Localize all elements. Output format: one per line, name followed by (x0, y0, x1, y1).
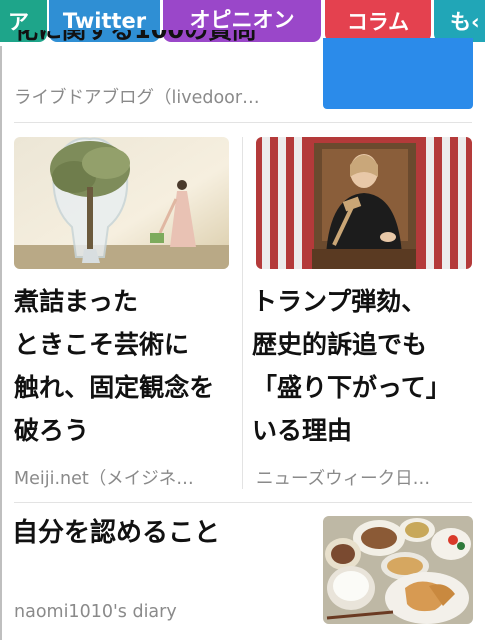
right-article-thumbnail[interactable] (256, 137, 472, 269)
bottom-article-source: naomi1010's diary (14, 602, 177, 622)
divider (14, 502, 472, 503)
left-edge-border (0, 46, 2, 640)
lightbulb-tree-image (14, 137, 229, 269)
left-article-thumbnail[interactable] (14, 137, 229, 269)
meal-table-image (323, 516, 473, 624)
congress-speaker-image (256, 137, 472, 269)
top-article-source: ライブドアブログ（livedoor… (14, 88, 260, 108)
top-article-thumbnail[interactable] (323, 38, 473, 109)
bottom-article-title[interactable]: 自分を認めること (12, 512, 220, 549)
tab-more-partial[interactable]: も‹ (434, 0, 485, 42)
right-article-title[interactable]: トランプ弾劾、 歴史的訴追でも 「盛り下がって」 いる理由 (252, 280, 451, 452)
right-article-source: ニューズウィーク日… (256, 469, 431, 489)
column-divider (242, 137, 243, 489)
tab-column[interactable]: コラム (325, 0, 431, 42)
bottom-article-thumbnail[interactable] (323, 516, 473, 624)
left-article-title[interactable]: 煮詰まった ときこそ芸術に 触れ、固定観念を 破ろう (14, 280, 214, 452)
top-article-title[interactable]: 化に関する100の質問 (14, 30, 314, 60)
divider (14, 122, 472, 123)
left-article-source: Meiji.net（メイジネ… (14, 469, 194, 489)
